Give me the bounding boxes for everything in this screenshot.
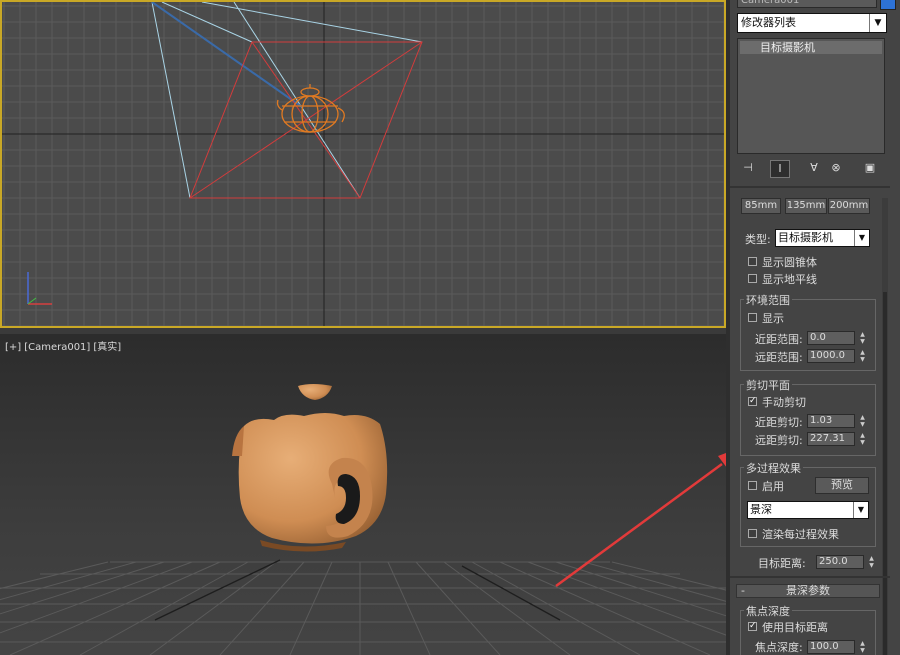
clip-near-label: 近距剪切: xyxy=(755,416,803,429)
use-target-distance-label: 使用目标距离 xyxy=(762,621,828,634)
multipass-enable-label: 启用 xyxy=(762,480,784,493)
lens-85mm-button[interactable]: 85mm xyxy=(741,198,781,214)
camera-type-label: 类型: xyxy=(745,233,771,246)
multipass-effect-value: 景深 xyxy=(750,503,772,516)
lens-200mm-button[interactable]: 200mm xyxy=(828,198,870,214)
viewport-shading-mode[interactable]: [真实] xyxy=(93,342,121,353)
annotation-arrow xyxy=(555,453,726,588)
dof-params-title: 景深参数 xyxy=(786,584,830,597)
clip-near-field[interactable]: 1.03 xyxy=(807,414,855,428)
modifier-list-dropdown[interactable]: 修改器列表 ▼ xyxy=(737,13,887,33)
configure-sets-icon[interactable]: ▣ xyxy=(861,160,879,176)
camera-viewport[interactable]: [+] [Camera001] [真实] xyxy=(0,334,726,655)
target-distance-field[interactable]: 250.0 xyxy=(816,555,864,569)
env-show-checkbox[interactable] xyxy=(748,313,757,322)
env-near-spinner[interactable]: ▲ ▼ xyxy=(858,331,867,345)
focal-depth-title: 焦点深度 xyxy=(744,603,792,619)
camera-type-value: 目标摄影机 xyxy=(778,231,833,244)
panel-separator xyxy=(730,186,890,188)
chevron-down-icon[interactable]: ▼ xyxy=(853,502,868,518)
lens-135mm-button[interactable]: 135mm xyxy=(785,198,827,214)
show-horizon-label: 显示地平线 xyxy=(762,273,817,286)
target-distance-label: 目标距离: xyxy=(758,557,806,570)
teapot-lid xyxy=(298,384,332,400)
teapot-wireframe xyxy=(276,84,345,133)
render-each-pass-label: 渲染每过程效果 xyxy=(762,528,839,541)
viewport-camera-name[interactable]: [Camera001] xyxy=(24,342,90,353)
panel-separator xyxy=(730,576,890,578)
collapse-toggle[interactable]: - xyxy=(741,585,745,597)
camera-type-select[interactable]: 目标摄影机 ▼ xyxy=(775,229,870,247)
viewport-menu-plus[interactable]: [+] xyxy=(5,342,21,353)
env-far-label: 远距范围: xyxy=(755,351,803,364)
target-distance-spinner[interactable]: ▲ ▼ xyxy=(867,555,876,569)
viewport-grid xyxy=(2,2,724,326)
camera-viewport-scene xyxy=(0,384,726,655)
stack-toolbar: ⊣ I ∀ ⊗ ▣ xyxy=(737,157,887,179)
top-viewport-scene xyxy=(2,2,724,326)
manual-clip-checkbox[interactable]: ✓ xyxy=(748,397,757,406)
show-end-result-icon[interactable]: I xyxy=(770,160,790,178)
make-unique-icon[interactable]: ∀ xyxy=(805,160,823,176)
remove-modifier-icon[interactable]: ⊗ xyxy=(827,160,845,176)
env-near-label: 近距范围: xyxy=(755,333,803,346)
env-show-label: 显示 xyxy=(762,312,784,325)
object-color-swatch[interactable] xyxy=(880,0,896,10)
clipping-title: 剪切平面 xyxy=(744,377,792,393)
focal-depth-field[interactable]: 100.0 xyxy=(807,640,855,654)
render-each-pass-checkbox[interactable] xyxy=(748,529,757,538)
dof-params-rollout[interactable]: - 景深参数 xyxy=(736,584,880,598)
multipass-effect-select[interactable]: 景深 ▼ xyxy=(747,501,869,519)
env-range-title: 环境范围 xyxy=(744,292,792,308)
multipass-enable-checkbox[interactable] xyxy=(748,481,757,490)
modifier-list-label: 修改器列表 xyxy=(741,16,796,29)
multipass-preview-button[interactable]: 预览 xyxy=(815,477,869,494)
show-cone-label: 显示圆锥体 xyxy=(762,256,817,269)
focal-depth-spinner[interactable]: ▲ ▼ xyxy=(858,640,867,654)
object-name-field[interactable]: Camera001 xyxy=(737,0,877,8)
clip-near-spinner[interactable]: ▲ ▼ xyxy=(858,414,867,428)
use-target-distance-checkbox[interactable]: ✓ xyxy=(748,622,757,631)
clip-far-field[interactable]: 227.31 xyxy=(807,432,855,446)
command-panel: Camera001 修改器列表 ▼ 目标摄影机 ⊣ I ∀ ⊗ ▣ 85mm 1… xyxy=(730,0,900,655)
chevron-down-icon[interactable]: ▼ xyxy=(869,14,886,32)
env-far-spinner[interactable]: ▲ ▼ xyxy=(858,349,867,363)
viewport-label[interactable]: [+] [Camera001] [真实] xyxy=(5,338,124,353)
stack-item-target-camera[interactable]: 目标摄影机 xyxy=(740,41,882,54)
chevron-down-icon[interactable]: ▼ xyxy=(854,230,869,246)
multipass-title: 多过程效果 xyxy=(744,460,803,476)
manual-clip-label: 手动剪切 xyxy=(762,396,806,409)
top-viewport[interactable] xyxy=(0,0,726,328)
clip-far-label: 远距剪切: xyxy=(755,434,803,447)
show-cone-checkbox[interactable] xyxy=(748,257,757,266)
axis-gizmo xyxy=(27,272,52,305)
show-horizon-checkbox[interactable] xyxy=(748,274,757,283)
focal-depth-label: 焦点深度: xyxy=(755,641,803,654)
camera-frustum xyxy=(189,41,423,199)
env-far-field[interactable]: 1000.0 xyxy=(807,349,855,363)
perspective-grid xyxy=(0,561,726,655)
modifier-stack[interactable]: 目标摄影机 xyxy=(737,38,885,154)
clip-far-spinner[interactable]: ▲ ▼ xyxy=(858,432,867,446)
pin-stack-icon[interactable]: ⊣ xyxy=(739,160,757,176)
panel-scrollbar-thumb[interactable] xyxy=(883,292,887,655)
env-near-field[interactable]: 0.0 xyxy=(807,331,855,345)
teapot-body xyxy=(232,413,388,552)
